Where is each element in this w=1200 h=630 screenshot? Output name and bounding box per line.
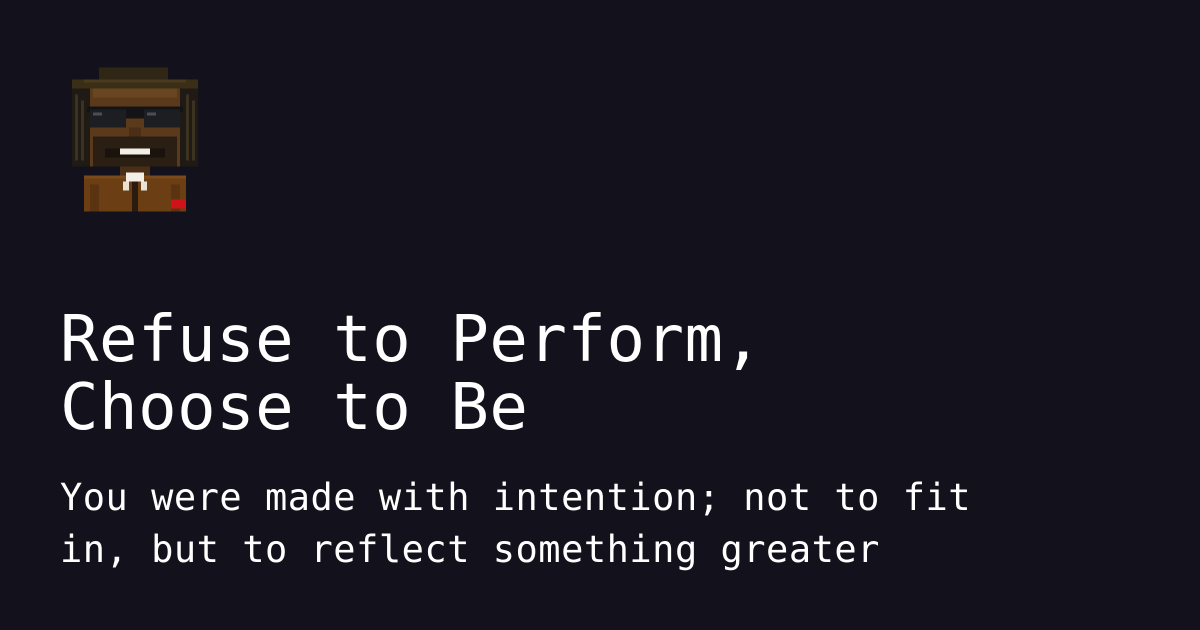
social-card: Refuse to Perform, Choose to Be You were… bbox=[0, 0, 1200, 630]
subheadline-line-1: You were made with intention; not to fit bbox=[60, 476, 972, 519]
pixel-art-avatar-icon bbox=[66, 64, 204, 212]
subheadline-line-2: in, but to reflect something greater bbox=[60, 528, 880, 571]
subheadline: You were made with intention; not to fit… bbox=[60, 472, 1160, 576]
headline: Refuse to Perform, Choose to Be bbox=[60, 306, 1160, 442]
headline-line-2: Choose to Be bbox=[60, 371, 529, 445]
headline-line-1: Refuse to Perform, bbox=[60, 303, 763, 377]
